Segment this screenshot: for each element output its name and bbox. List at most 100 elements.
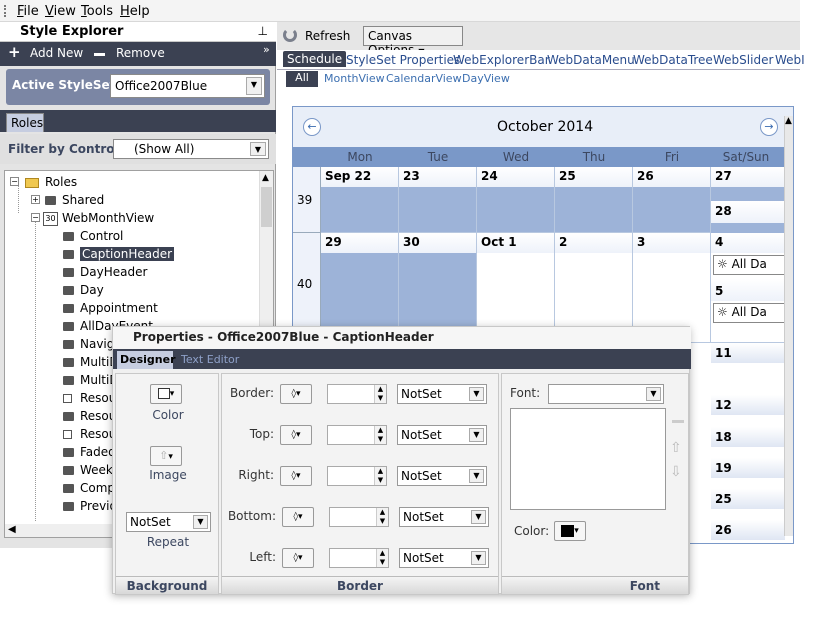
font-list[interactable] [510, 408, 666, 510]
spinner-icon[interactable]: ▲ ▼ [374, 385, 386, 403]
plus-icon[interactable]: + [8, 43, 21, 61]
tree-item-navig[interactable]: Navig [63, 337, 114, 351]
prev-month-icon[interactable]: ← [303, 118, 321, 136]
repeat-select[interactable]: NotSet ▼ [126, 512, 211, 532]
subtab-monthview[interactable]: MonthView [324, 72, 385, 85]
tab-webdatatree[interactable]: WebDataTree [633, 53, 713, 67]
calendar-scrollbar[interactable]: ▲ [784, 116, 793, 536]
tree-item-dayheader[interactable]: DayHeader [63, 265, 147, 279]
bottom-style-select[interactable]: NotSet ▼ [399, 507, 489, 527]
day-cell[interactable]: Sep 22 [321, 167, 399, 233]
weekend-cell[interactable]: 27 28 [711, 167, 785, 233]
background-color-button[interactable]: ▾ [150, 384, 182, 404]
all-day-event[interactable]: ☼ All Da [713, 303, 793, 323]
tree-item-previo[interactable]: Previo [63, 499, 117, 513]
scroll-up-icon[interactable]: ▲ [262, 173, 269, 183]
tab-webdatamenu[interactable]: WebDataMenu [547, 53, 635, 67]
arrow-up-icon[interactable]: ⇧ [670, 440, 688, 460]
spinner-icon[interactable]: ▲ ▼ [376, 508, 388, 526]
border-color-button[interactable]: ◊▾ [280, 384, 312, 404]
scroll-left-icon[interactable]: ◀ [8, 524, 16, 535]
canvas-options-button[interactable]: Canvas Options▼ [363, 26, 463, 57]
tab-designer[interactable]: Designer [117, 351, 176, 369]
right-style-select[interactable]: NotSet ▼ [397, 466, 487, 486]
tree-item-captionheader[interactable]: CaptionHeader [63, 247, 175, 261]
subtab-dayview[interactable]: DayView [462, 72, 510, 85]
tab-schedule[interactable]: Schedule [283, 51, 347, 67]
tree-item-resou[interactable]: Resou [63, 427, 116, 441]
tab-webslider[interactable]: WebSlider [713, 53, 773, 67]
tree-item-shared[interactable]: Shared [45, 193, 104, 207]
tree-item-roles[interactable]: Roles [25, 175, 77, 189]
collapse-toggle-webmonthview[interactable]: − [31, 213, 40, 222]
right-width-input[interactable]: ▲ ▼ [327, 466, 387, 486]
overflow-icon[interactable]: » [263, 43, 270, 56]
tab-webexplorerbar[interactable]: WebExplorerBar [453, 53, 550, 67]
menu-help[interactable]: Help [120, 4, 150, 19]
menu-view[interactable]: View [45, 4, 76, 19]
border-width-input[interactable]: ▲ ▼ [327, 384, 387, 404]
tree-item-faded[interactable]: Faded [63, 445, 116, 459]
chevron-down-icon[interactable]: ▼ [646, 387, 661, 401]
scroll-thumb[interactable] [261, 187, 272, 227]
chevron-down-icon[interactable]: ▼ [193, 515, 208, 529]
refresh-button[interactable]: Refresh [305, 29, 350, 43]
menu-tools[interactable]: Tools [81, 4, 113, 19]
menu-file[interactable]: File [17, 4, 39, 19]
remove-button[interactable]: Remove [116, 46, 165, 60]
chevron-down-icon[interactable]: ▼ [469, 469, 484, 483]
tree-item-weekl[interactable]: Weekl [63, 463, 116, 477]
tree-item-appointment[interactable]: Appointment [63, 301, 158, 315]
properties-title-bar[interactable]: Properties - Office2007Blue - CaptionHea… [113, 327, 691, 349]
bottom-color-button[interactable]: ◊▾ [282, 507, 314, 527]
top-width-input[interactable]: ▲ ▼ [327, 425, 387, 445]
right-color-button[interactable]: ◊▾ [280, 466, 312, 486]
tab-text-editor[interactable]: Text Editor [181, 353, 239, 366]
active-styleset-select[interactable]: Office2007Blue ▼ [110, 74, 265, 98]
tree-item-webmonthview[interactable]: 30 WebMonthView [43, 211, 154, 226]
week-number[interactable]: 39 [293, 167, 321, 233]
filter-select[interactable]: (Show All) ▼ [113, 139, 269, 159]
day-cell[interactable]: 26 [633, 167, 711, 233]
weekend-cell[interactable]: 4 ☼ All Da 5 ☼ All Da [711, 233, 793, 343]
tree-item-resou[interactable]: Resou [63, 391, 116, 405]
chevron-down-icon[interactable]: ▼ [471, 551, 486, 565]
subtab-calendarview[interactable]: CalendarView [386, 72, 462, 85]
tree-item-resou[interactable]: Resou [63, 409, 116, 423]
tree-item-multid[interactable]: MultiD [63, 373, 119, 387]
tree-item-day[interactable]: Day [63, 283, 104, 297]
day-cell[interactable]: 23 [399, 167, 477, 233]
top-color-button[interactable]: ◊▾ [280, 425, 312, 445]
add-new-button[interactable]: Add New [30, 46, 83, 60]
tree-item-control[interactable]: Control [63, 229, 123, 243]
font-color-button[interactable]: ▾ [554, 521, 586, 541]
minus-icon[interactable] [94, 53, 105, 56]
spinner-icon[interactable]: ▲ ▼ [374, 467, 386, 485]
next-month-icon[interactable]: → [760, 118, 778, 136]
expand-toggle-shared[interactable]: + [31, 195, 40, 204]
top-style-select[interactable]: NotSet ▼ [397, 425, 487, 445]
tree-item-comp[interactable]: Comp [63, 481, 115, 495]
chevron-down-icon[interactable]: ▼ [471, 510, 486, 524]
chevron-down-icon[interactable]: ▼ [250, 142, 266, 156]
border-style-select[interactable]: NotSet ▼ [397, 384, 487, 404]
chevron-down-icon[interactable]: ▼ [469, 428, 484, 442]
day-cell[interactable]: 24 [477, 167, 555, 233]
scroll-up-icon[interactable]: ▲ [785, 116, 792, 126]
left-style-select[interactable]: NotSet ▼ [399, 548, 489, 568]
pin-icon[interactable]: ⊥ [258, 24, 268, 38]
left-width-input[interactable]: ▲ ▼ [329, 548, 389, 568]
collapse-toggle-roles[interactable]: − [10, 177, 19, 186]
background-image-button[interactable]: ⇧▾ [150, 446, 182, 466]
tree-item-multid[interactable]: MultiD [63, 355, 119, 369]
font-select[interactable]: ▼ [548, 384, 664, 404]
menu-grip[interactable] [4, 5, 6, 17]
chevron-down-icon[interactable]: ▼ [246, 77, 262, 95]
all-day-event[interactable]: ☼ All Da [713, 255, 793, 275]
tab-webi[interactable]: WebI [775, 53, 805, 67]
spinner-icon[interactable]: ▲ ▼ [376, 549, 388, 567]
refresh-icon[interactable] [283, 28, 297, 42]
left-color-button[interactable]: ◊▾ [282, 548, 314, 568]
subtab-all[interactable]: All [286, 71, 318, 87]
arrow-down-icon[interactable]: ⇩ [670, 464, 688, 484]
